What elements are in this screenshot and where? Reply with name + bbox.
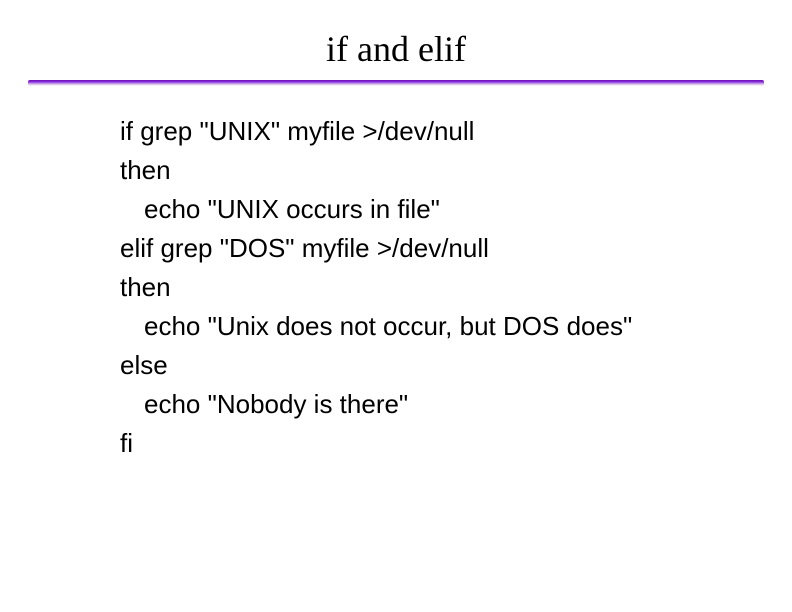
code-line: echo "UNIX occurs in file" [120,190,732,229]
code-line: then [120,151,732,190]
code-line: echo "Nobody is there" [120,385,732,424]
title-area: if and elif [0,0,792,70]
code-line: fi [120,424,732,463]
slide-title: if and elif [0,28,792,70]
code-line: elif grep "DOS" myfile >/dev/null [120,229,732,268]
code-line: else [120,346,732,385]
code-line: if grep "UNIX" myfile >/dev/null [120,112,732,151]
title-underline [28,80,764,86]
code-line: then [120,268,732,307]
code-line: echo "Unix does not occur, but DOS does" [120,307,732,346]
code-block: if grep "UNIX" myfile >/dev/null then ec… [120,112,732,463]
